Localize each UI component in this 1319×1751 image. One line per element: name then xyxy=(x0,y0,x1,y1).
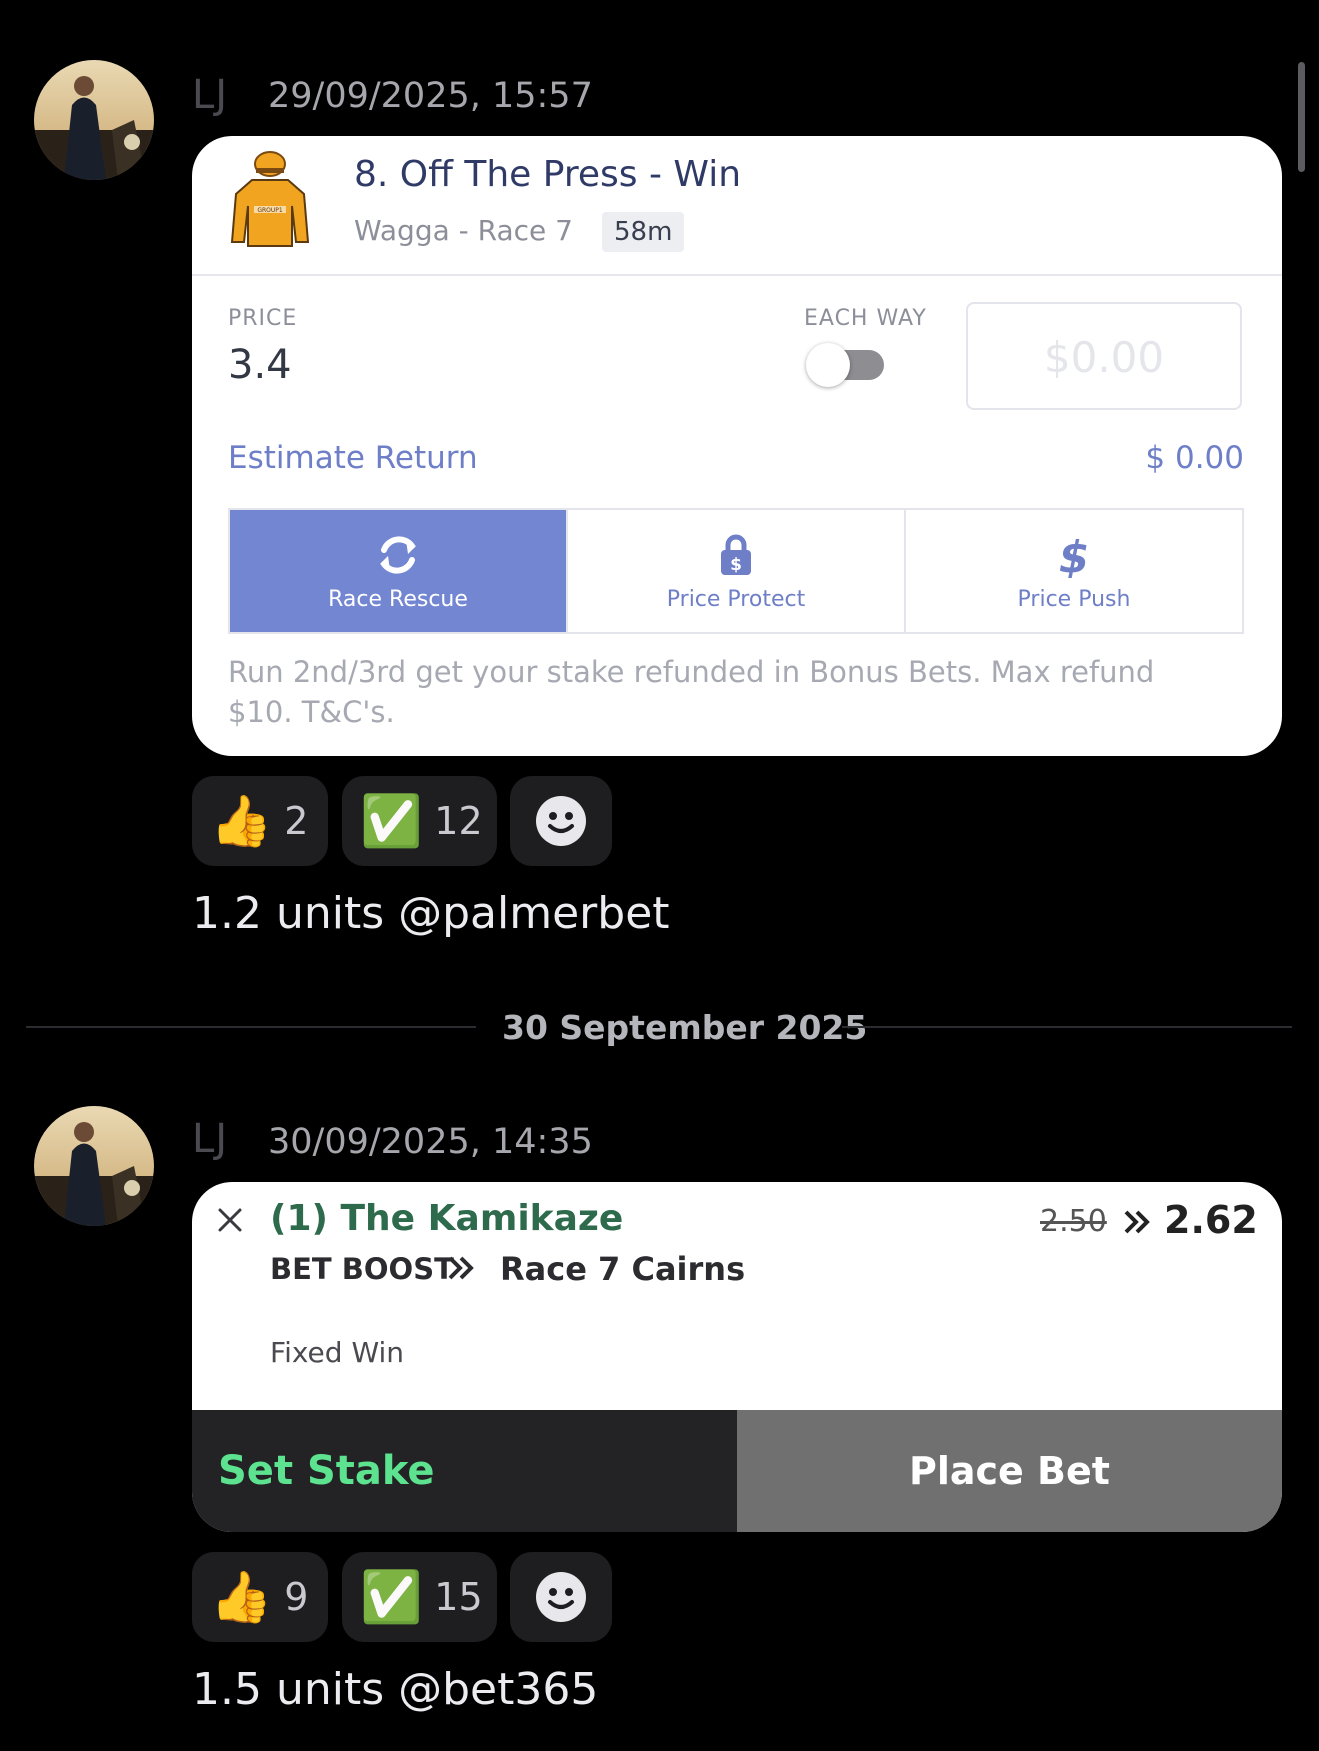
reaction-count: 2 xyxy=(284,799,309,843)
add-reaction-button[interactable] xyxy=(510,776,612,866)
message-text: 1.5 units @bet365 xyxy=(192,1664,599,1715)
price-label: PRICE xyxy=(228,306,298,331)
stake-input[interactable]: $0.00 xyxy=(966,302,1242,410)
message-author[interactable]: LJ xyxy=(192,1116,228,1162)
estimate-return-value: $ 0.00 xyxy=(1145,440,1244,476)
close-icon[interactable] xyxy=(216,1206,244,1238)
lock-dollar-icon: $ xyxy=(719,531,753,579)
date-divider-line xyxy=(26,1026,476,1028)
race-rescue-button[interactable]: Race Rescue xyxy=(230,510,568,632)
dollar-icon: $ xyxy=(1057,531,1091,579)
bet-boost-label: BET BOOST xyxy=(270,1252,454,1286)
double-chevron-icon xyxy=(1122,1208,1152,1240)
reaction-thumbs-up[interactable]: 👍 2 xyxy=(192,776,328,866)
reaction-count: 15 xyxy=(434,1575,483,1619)
message-timestamp: 29/09/2025, 15:57 xyxy=(268,76,593,116)
time-to-jump-badge: 58m xyxy=(602,212,685,252)
place-bet-button[interactable]: Place Bet xyxy=(737,1410,1282,1532)
boosted-price: 2.62 xyxy=(1164,1198,1258,1242)
price-push-label: Price Push xyxy=(1017,586,1131,612)
price-push-button[interactable]: $ Price Push xyxy=(906,510,1242,632)
avatar-image xyxy=(34,1106,154,1226)
price-value: 3.4 xyxy=(228,342,292,388)
refresh-icon xyxy=(374,531,422,579)
check-mark-icon: ✅ xyxy=(360,1567,423,1626)
svg-text:$: $ xyxy=(730,555,742,575)
message-text: 1.2 units @palmerbet xyxy=(192,888,670,939)
bet-slip-card-bet365: (1) The Kamikaze 2.50 2.62 BET BOOST Rac… xyxy=(192,1182,1282,1532)
each-way-toggle[interactable] xyxy=(806,342,886,388)
thumbs-up-icon: 👍 xyxy=(210,1567,273,1626)
set-stake-button[interactable]: Set Stake xyxy=(192,1410,737,1532)
reaction-check-mark[interactable]: ✅ 12 xyxy=(342,776,497,866)
scrollbar[interactable] xyxy=(1298,62,1305,172)
add-reaction-button[interactable] xyxy=(510,1552,612,1642)
check-mark-icon: ✅ xyxy=(360,791,423,850)
bet-features: Race Rescue $ Price Protect $ Price Push xyxy=(228,508,1244,634)
reaction-count: 9 xyxy=(284,1575,309,1619)
avatar-image xyxy=(34,60,154,180)
jockey-silks-icon: GROUP1 xyxy=(230,150,310,254)
avatar[interactable] xyxy=(34,60,154,180)
market-type: Fixed Win xyxy=(270,1336,405,1369)
date-divider: 30 September 2025 xyxy=(502,1008,868,1047)
reaction-thumbs-up[interactable]: 👍 9 xyxy=(192,1552,328,1642)
price-protect-label: Price Protect xyxy=(666,586,806,612)
race-rescue-terms: Run 2nd/3rd get your stake refunded in B… xyxy=(228,655,1155,729)
each-way-label: EACH WAY xyxy=(804,306,927,331)
race-name: Race 7 Cairns xyxy=(500,1250,746,1288)
avatar[interactable] xyxy=(34,1106,154,1226)
bet-slip-card-palmerbet: GROUP1 8. Off The Press - Win Wagga - Ra… xyxy=(192,136,1282,756)
reaction-count: 12 xyxy=(434,799,483,843)
divider xyxy=(192,274,1282,276)
thumbs-up-icon: 👍 xyxy=(210,791,273,850)
message-author[interactable]: LJ xyxy=(192,72,228,118)
race-rescue-label: Race Rescue xyxy=(328,586,468,612)
race-name: Wagga - Race 7 xyxy=(354,214,573,247)
old-price: 2.50 xyxy=(1040,1204,1107,1239)
double-chevron-icon xyxy=(446,1254,476,1286)
date-divider-line xyxy=(842,1026,1292,1028)
message-timestamp: 30/09/2025, 14:35 xyxy=(268,1122,593,1162)
svg-text:$: $ xyxy=(1059,532,1090,578)
add-reaction-icon xyxy=(536,1572,586,1622)
selection-title: (1) The Kamikaze xyxy=(270,1198,624,1239)
selection-title: 8. Off The Press - Win xyxy=(354,154,742,195)
price-protect-button[interactable]: $ Price Protect xyxy=(568,510,906,632)
svg-text:GROUP1: GROUP1 xyxy=(257,207,283,214)
add-reaction-icon xyxy=(536,796,586,846)
reaction-check-mark[interactable]: ✅ 15 xyxy=(342,1552,497,1642)
estimate-return-label: Estimate Return xyxy=(228,440,478,476)
